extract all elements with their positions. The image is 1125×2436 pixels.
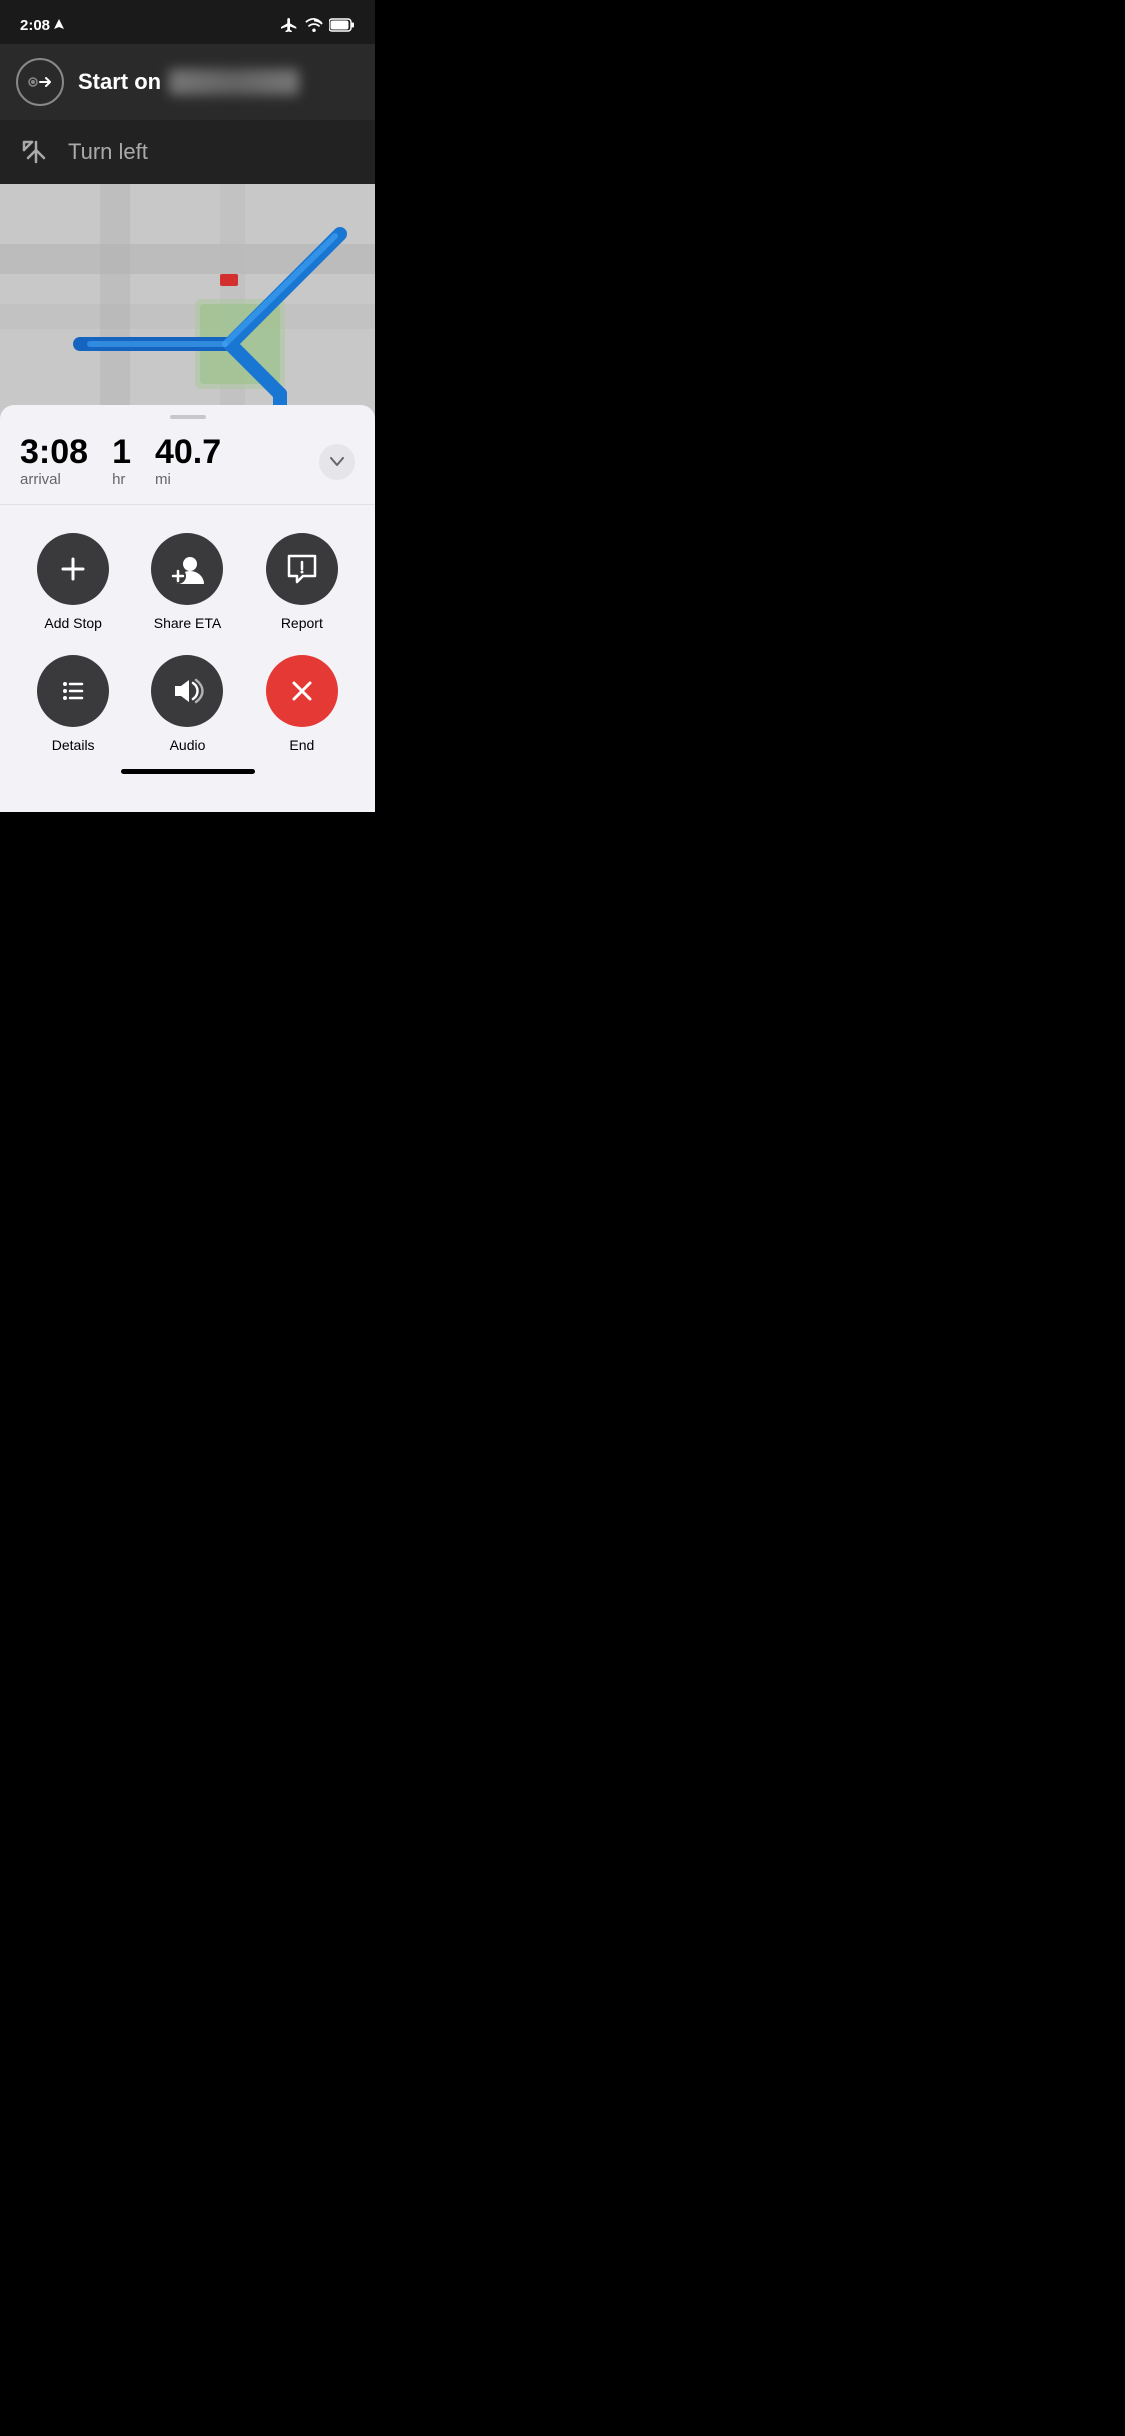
- share-eta-circle: [151, 533, 223, 605]
- plus-icon: [58, 554, 88, 584]
- share-eta-icon: [168, 552, 206, 586]
- time-display: 2:08: [20, 17, 50, 34]
- add-stop-circle: [37, 533, 109, 605]
- turn-left-icon: [16, 134, 52, 170]
- start-icon: [16, 58, 64, 106]
- end-circle: [266, 655, 338, 727]
- home-bar: [121, 769, 255, 774]
- bottom-sheet: 3:08 arrival 1 hr 40.7 mi Add Stop: [0, 405, 375, 812]
- audio-icon: [169, 675, 205, 707]
- report-label: Report: [281, 615, 323, 631]
- sheet-handle[interactable]: [0, 405, 375, 425]
- report-circle: [266, 533, 338, 605]
- nav-start-bar: Start on: [0, 44, 375, 120]
- report-button[interactable]: Report: [245, 533, 359, 631]
- trip-info-row: 3:08 arrival 1 hr 40.7 mi: [0, 425, 375, 505]
- distance-value: 40.7: [155, 435, 221, 469]
- distance-stat: 40.7 mi: [155, 435, 221, 488]
- duration-label: hr: [112, 471, 131, 488]
- start-on-text: Start on: [78, 69, 299, 95]
- duration-value: 1: [112, 435, 131, 469]
- end-button[interactable]: End: [245, 655, 359, 753]
- turn-direction-text: Turn left: [68, 139, 148, 165]
- audio-button[interactable]: Audio: [130, 655, 244, 753]
- close-icon: [287, 676, 317, 706]
- street-name-blurred: [169, 69, 299, 95]
- chevron-down-icon: [330, 457, 344, 467]
- audio-label: Audio: [170, 737, 206, 753]
- share-eta-button[interactable]: Share ETA: [130, 533, 244, 631]
- arrival-label: arrival: [20, 471, 88, 488]
- battery-icon: [329, 18, 355, 32]
- audio-circle: [151, 655, 223, 727]
- distance-label: mi: [155, 471, 221, 488]
- home-indicator: [0, 761, 375, 778]
- arrival-stat: 3:08 arrival: [20, 435, 88, 488]
- wifi-icon: [305, 18, 323, 32]
- actions-grid: Add Stop Share ETA: [0, 505, 375, 761]
- status-time: 2:08: [20, 17, 64, 34]
- add-stop-label: Add Stop: [44, 615, 102, 631]
- airplane-icon: [281, 18, 299, 32]
- add-stop-button[interactable]: Add Stop: [16, 533, 130, 631]
- duration-stat: 1 hr: [112, 435, 131, 488]
- start-on-label: Start on: [78, 69, 161, 95]
- sheet-handle-bar: [170, 415, 206, 419]
- end-label: End: [289, 737, 314, 753]
- expand-button[interactable]: [319, 444, 355, 480]
- details-button[interactable]: Details: [16, 655, 130, 753]
- location-arrow-icon: [54, 19, 64, 31]
- circle-arrow-icon: [26, 72, 54, 92]
- details-circle: [37, 655, 109, 727]
- report-icon: [285, 552, 319, 586]
- details-icon: [57, 675, 89, 707]
- nav-turn-bar: Turn left: [0, 120, 375, 184]
- arrival-time: 3:08: [20, 435, 88, 469]
- status-bar: 2:08: [0, 0, 375, 44]
- share-eta-label: Share ETA: [154, 615, 221, 631]
- details-label: Details: [52, 737, 95, 753]
- status-icons: [281, 18, 355, 32]
